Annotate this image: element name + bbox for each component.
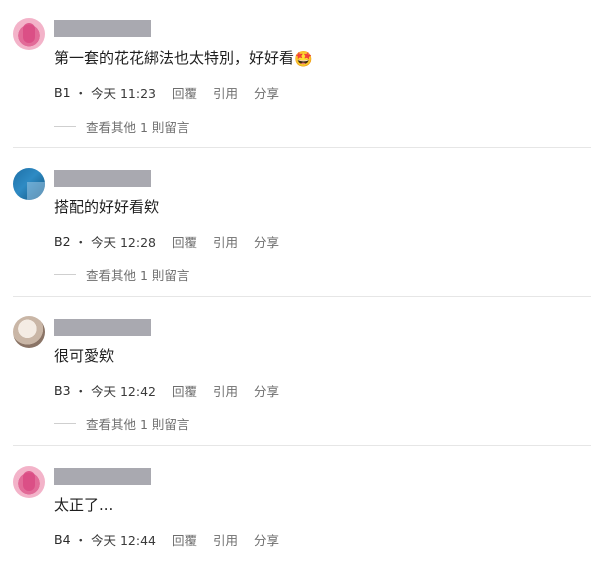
quote-button[interactable]: 引用 bbox=[213, 381, 238, 400]
user-avatar[interactable] bbox=[13, 316, 45, 348]
share-button[interactable]: 分享 bbox=[254, 83, 279, 102]
replies-dash bbox=[54, 423, 76, 424]
username-redacted bbox=[54, 468, 151, 485]
quote-button[interactable]: 引用 bbox=[213, 232, 238, 251]
comment-item: 搭配的好好看欸 B2 ・ 今天 12:28 回覆 引用 分享 查看其他 1 則留… bbox=[0, 148, 591, 296]
comment-meta: B1 ・ 今天 11:23 回覆 引用 分享 bbox=[54, 83, 279, 102]
reply-button[interactable]: 回覆 bbox=[172, 232, 197, 251]
user-avatar[interactable] bbox=[13, 466, 45, 498]
share-button[interactable]: 分享 bbox=[254, 381, 279, 400]
floor-number: B1 bbox=[54, 85, 71, 100]
username-redacted bbox=[54, 170, 151, 187]
floor-number: B4 bbox=[54, 532, 71, 547]
comment-text-body: 太正了... bbox=[54, 496, 114, 514]
quote-button[interactable]: 引用 bbox=[213, 83, 238, 102]
comment-time: ・ 今天 12:42 bbox=[74, 384, 157, 399]
comment-time: ・ 今天 11:23 bbox=[74, 86, 157, 101]
view-more-replies-link[interactable]: 查看其他 1 則留言 bbox=[54, 414, 189, 433]
floor-number: B2 bbox=[54, 234, 71, 249]
comment-text: 第一套的花花綁法也太特別，好好看🤩 bbox=[54, 47, 313, 68]
reply-button[interactable]: 回覆 bbox=[172, 381, 197, 400]
view-more-replies-link[interactable]: 查看其他 1 則留言 bbox=[54, 265, 189, 284]
reply-button[interactable]: 回覆 bbox=[172, 530, 197, 549]
comment-text: 太正了... bbox=[54, 494, 113, 515]
star-struck-emoji-icon: 🤩 bbox=[294, 50, 313, 68]
comment-time: ・ 今天 12:28 bbox=[74, 235, 157, 250]
user-avatar[interactable] bbox=[13, 18, 45, 50]
comment-meta: B3 ・ 今天 12:42 回覆 引用 分享 bbox=[54, 381, 279, 400]
comment-meta: B2 ・ 今天 12:28 回覆 引用 分享 bbox=[54, 232, 279, 251]
comment-item: 很可愛欸 B3 ・ 今天 12:42 回覆 引用 分享 查看其他 1 則留言 bbox=[0, 297, 591, 445]
share-button[interactable]: 分享 bbox=[254, 232, 279, 251]
comment-text: 搭配的好好看欸 bbox=[54, 196, 159, 217]
quote-button[interactable]: 引用 bbox=[213, 530, 238, 549]
username-redacted bbox=[54, 20, 151, 37]
replies-dash bbox=[54, 126, 76, 127]
comment-text: 很可愛欸 bbox=[54, 345, 114, 366]
comment-item: 太正了... B4 ・ 今天 12:44 回覆 引用 分享 bbox=[0, 446, 591, 561]
floor-number: B3 bbox=[54, 383, 71, 398]
share-button[interactable]: 分享 bbox=[254, 530, 279, 549]
comment-text-body: 第一套的花花綁法也太特別，好好看 bbox=[54, 49, 295, 67]
view-more-replies-link[interactable]: 查看其他 1 則留言 bbox=[54, 117, 189, 136]
comment-text-body: 搭配的好好看欸 bbox=[54, 198, 160, 216]
comment-time: ・ 今天 12:44 bbox=[74, 533, 157, 548]
view-more-replies-label: 查看其他 1 則留言 bbox=[86, 120, 190, 135]
replies-dash bbox=[54, 274, 76, 275]
comment-meta: B4 ・ 今天 12:44 回覆 引用 分享 bbox=[54, 530, 279, 549]
user-avatar[interactable] bbox=[13, 168, 45, 200]
username-redacted bbox=[54, 319, 151, 336]
view-more-replies-label: 查看其他 1 則留言 bbox=[86, 268, 190, 283]
view-more-replies-label: 查看其他 1 則留言 bbox=[86, 417, 190, 432]
comment-item: 第一套的花花綁法也太特別，好好看🤩 B1 ・ 今天 11:23 回覆 引用 分享… bbox=[0, 0, 591, 148]
reply-button[interactable]: 回覆 bbox=[172, 83, 197, 102]
comment-text-body: 很可愛欸 bbox=[54, 347, 115, 365]
